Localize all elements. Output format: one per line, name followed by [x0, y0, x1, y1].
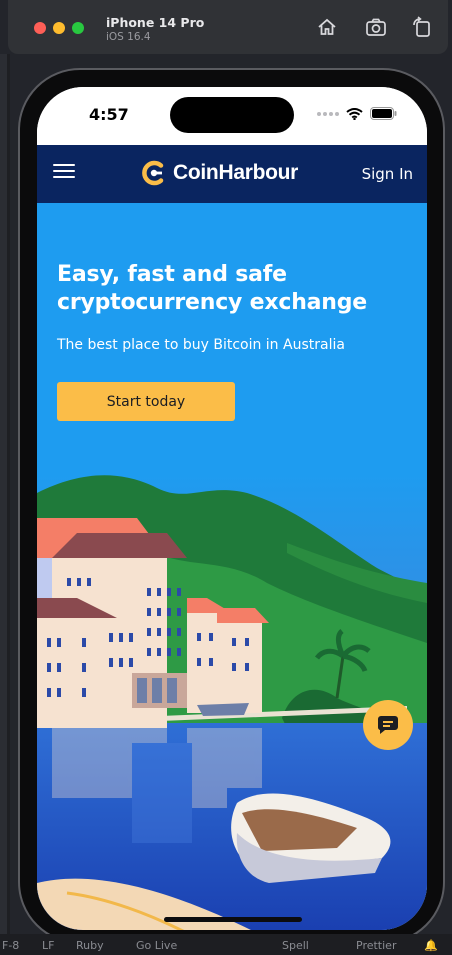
- spell-indicator[interactable]: Spell: [282, 939, 309, 952]
- sign-in-link[interactable]: Sign In: [362, 165, 413, 183]
- home-icon: [318, 18, 336, 35]
- brand-logo[interactable]: CoinHarbour: [141, 160, 298, 186]
- simulator-toolbar: iPhone 14 Pro iOS 16.4: [8, 0, 448, 54]
- chat-button[interactable]: [363, 700, 413, 750]
- signal-dots-icon: [317, 111, 339, 116]
- window-controls: [34, 22, 84, 34]
- line-ending-indicator[interactable]: LF: [42, 939, 54, 952]
- brand-name: CoinHarbour: [173, 161, 299, 184]
- rotate-button[interactable]: [411, 16, 433, 38]
- menu-button[interactable]: [53, 164, 75, 184]
- wifi-icon: [346, 107, 363, 120]
- site-header: CoinHarbour Sign In: [37, 145, 427, 203]
- home-button[interactable]: [316, 16, 338, 38]
- phone-screen: 4:57 CoinHarbour Sign In Easy, fast and …: [37, 87, 427, 930]
- minimize-window-button[interactable]: [53, 22, 65, 34]
- editor-panel-edge: [0, 54, 7, 954]
- camera-icon: [366, 18, 386, 36]
- dynamic-island: [170, 97, 294, 133]
- menu-icon: [53, 164, 75, 166]
- harbour-illustration: [37, 473, 427, 930]
- hero-subtitle: The best place to buy Bitcoin in Austral…: [57, 337, 345, 353]
- start-today-button[interactable]: Start today: [57, 382, 235, 421]
- encoding-indicator[interactable]: F-8: [2, 939, 19, 952]
- editor-status-bar: F-8 LF Ruby Go Live Spell Prettier 🔔: [0, 934, 452, 955]
- go-live-button[interactable]: Go Live: [136, 939, 177, 952]
- menu-icon-bar: [53, 176, 75, 178]
- hero-section: Easy, fast and safe cryptocurrency excha…: [37, 203, 427, 930]
- status-icons: [317, 107, 397, 120]
- menu-icon-bar: [53, 170, 75, 172]
- close-window-button[interactable]: [34, 22, 46, 34]
- screenshot-button[interactable]: [365, 16, 387, 38]
- editor-background: [0, 54, 10, 954]
- home-indicator: [164, 917, 302, 922]
- status-time: 4:57: [89, 105, 129, 124]
- device-name: iPhone 14 Pro: [106, 15, 205, 30]
- chat-bubble-icon: [377, 716, 398, 734]
- language-indicator[interactable]: Ruby: [76, 939, 104, 952]
- notifications-bell-icon[interactable]: 🔔: [424, 939, 438, 952]
- zoom-window-button[interactable]: [72, 22, 84, 34]
- coinharbour-logo-icon: [142, 160, 164, 186]
- rotate-icon: [413, 16, 430, 37]
- prettier-indicator[interactable]: Prettier: [356, 939, 396, 952]
- battery-icon: [370, 107, 397, 120]
- ios-status-bar: 4:57: [37, 87, 427, 145]
- hero-title: Easy, fast and safe cryptocurrency excha…: [57, 262, 368, 315]
- os-version: iOS 16.4: [106, 31, 151, 43]
